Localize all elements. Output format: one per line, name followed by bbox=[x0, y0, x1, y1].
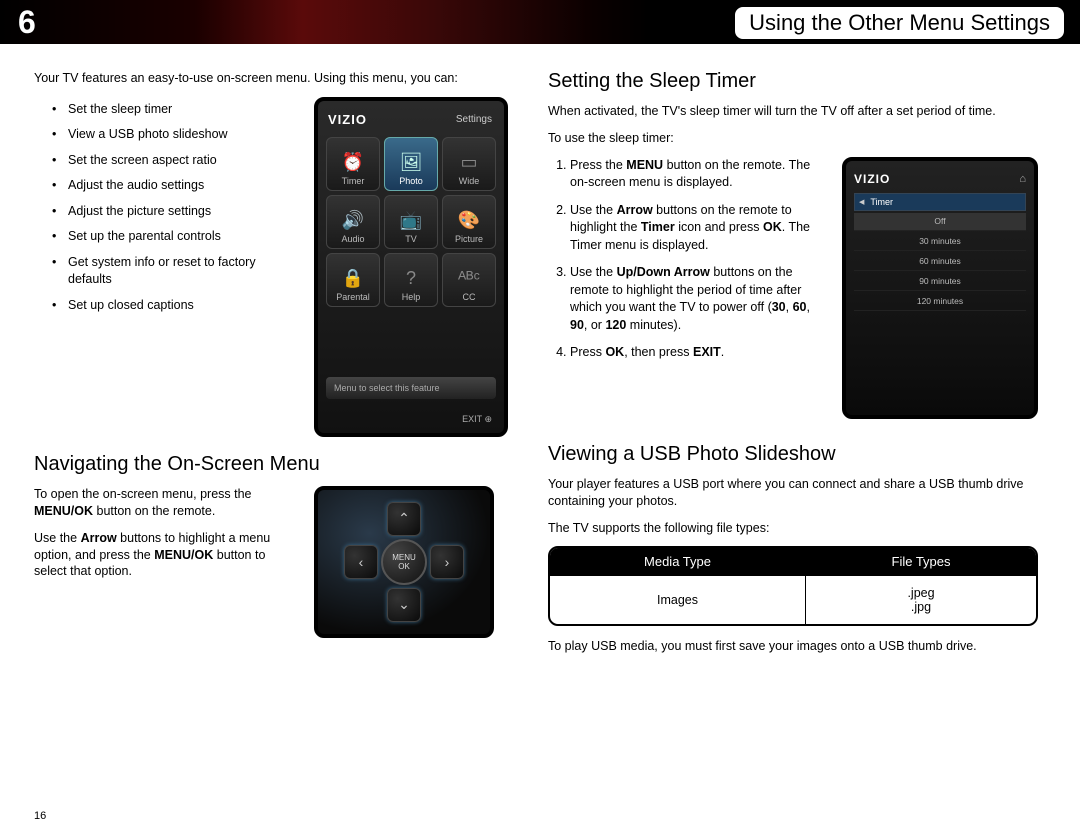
list-item: Set up closed captions bbox=[68, 297, 296, 315]
list-item: Set the screen aspect ratio bbox=[68, 152, 296, 170]
nav-heading: Navigating the On-Screen Menu bbox=[34, 453, 512, 476]
nav-p1: To open the on-screen menu, press the ME… bbox=[34, 486, 296, 520]
settings-menu-screenshot: VIZIO Settings ⏰Timer 🖼Photo ▭Wide 🔊Audi… bbox=[314, 97, 508, 437]
dpad-up-icon: ⌃ bbox=[387, 502, 421, 536]
dpad-down-icon: ⌄ bbox=[387, 588, 421, 622]
menu-cell-tv: 📺TV bbox=[384, 195, 438, 249]
home-icon: ⌂ bbox=[1019, 173, 1026, 185]
file-types-table: Media Type File Types Images .jpeg .jpg bbox=[548, 546, 1038, 626]
menu-cell-timer: ⏰Timer bbox=[326, 137, 380, 191]
menu-cell-wide: ▭Wide bbox=[442, 137, 496, 191]
timer-opt: 90 minutes bbox=[854, 273, 1026, 291]
page-number: 16 bbox=[34, 810, 46, 822]
dpad-center: MENU OK bbox=[381, 539, 427, 585]
th-media-type: Media Type bbox=[550, 548, 806, 575]
sleep-lead: To use the sleep timer: bbox=[548, 130, 1038, 147]
sleep-steps: Press the MENU button on the remote. The… bbox=[570, 157, 826, 362]
timer-opt: 60 minutes bbox=[854, 253, 1026, 271]
usb-p2: The TV supports the following file types… bbox=[548, 520, 1038, 537]
chapter-title: Using the Other Menu Settings bbox=[733, 5, 1066, 41]
menu-cell-help: ?Help bbox=[384, 253, 438, 307]
chapter-header: 6 Using the Other Menu Settings bbox=[0, 0, 1080, 44]
timer-opt: 30 minutes bbox=[854, 233, 1026, 251]
menu-hint: Menu to select this feature bbox=[326, 377, 496, 399]
nav-p2: Use the Arrow buttons to highlight a men… bbox=[34, 530, 296, 581]
photo-icon: 🖼 bbox=[400, 152, 423, 173]
cc-icon: ᴬᴮᶜ bbox=[458, 268, 480, 289]
intro-text: Your TV features an easy-to-use on-scree… bbox=[34, 70, 512, 87]
timer-menu-screenshot: VIZIO ⌂ Timer Off 30 minutes 60 minutes … bbox=[842, 157, 1038, 419]
step-4: Press OK, then press EXIT. bbox=[570, 344, 826, 362]
menu-cell-audio: 🔊Audio bbox=[326, 195, 380, 249]
clock-icon: ⏰ bbox=[342, 152, 364, 173]
list-item: Adjust the picture settings bbox=[68, 203, 296, 221]
timer-header: Timer bbox=[854, 193, 1026, 211]
usb-heading: Viewing a USB Photo Slideshow bbox=[548, 443, 1038, 466]
right-column: Setting the Sleep Timer When activated, … bbox=[548, 70, 1038, 665]
step-3: Use the Up/Down Arrow buttons on the rem… bbox=[570, 264, 826, 334]
chapter-number: 6 bbox=[18, 4, 36, 41]
timer-opt: Off bbox=[854, 213, 1026, 231]
timer-opt: 120 minutes bbox=[854, 293, 1026, 311]
left-column: Your TV features an easy-to-use on-scree… bbox=[34, 70, 512, 665]
menu-cell-parental: 🔒Parental bbox=[326, 253, 380, 307]
list-item: Set the sleep timer bbox=[68, 101, 296, 119]
menu-cell-cc: ᴬᴮᶜCC bbox=[442, 253, 496, 307]
help-icon: ? bbox=[406, 268, 416, 289]
wide-icon: ▭ bbox=[460, 152, 477, 173]
usb-p3: To play USB media, you must first save y… bbox=[548, 638, 1038, 655]
vizio-logo: VIZIO bbox=[854, 172, 890, 186]
menu-cell-photo: 🖼Photo bbox=[384, 137, 438, 191]
dpad-right-icon: › bbox=[430, 545, 464, 579]
lock-icon: 🔒 bbox=[342, 268, 364, 289]
feature-list: Set the sleep timer View a USB photo sli… bbox=[68, 101, 296, 315]
vizio-logo: VIZIO bbox=[328, 112, 367, 127]
dpad-left-icon: ‹ bbox=[344, 545, 378, 579]
list-item: Set up the parental controls bbox=[68, 228, 296, 246]
picture-icon: 🎨 bbox=[458, 210, 480, 231]
th-file-types: File Types bbox=[806, 548, 1036, 575]
tv-icon: 📺 bbox=[400, 210, 422, 231]
step-1: Press the MENU button on the remote. The… bbox=[570, 157, 826, 192]
speaker-icon: 🔊 bbox=[342, 210, 364, 231]
sleep-intro: When activated, the TV's sleep timer wil… bbox=[548, 103, 1038, 120]
sleep-heading: Setting the Sleep Timer bbox=[548, 70, 1038, 93]
exit-label: EXIT bbox=[462, 414, 492, 425]
menu-cell-picture: 🎨Picture bbox=[442, 195, 496, 249]
td-media: Images bbox=[550, 575, 806, 624]
td-filetypes: .jpeg .jpg bbox=[806, 575, 1036, 624]
step-2: Use the Arrow buttons on the remote to h… bbox=[570, 202, 826, 255]
settings-heading: Settings bbox=[456, 114, 492, 125]
usb-p1: Your player features a USB port where yo… bbox=[548, 476, 1038, 510]
list-item: Get system info or reset to factory defa… bbox=[68, 254, 296, 289]
dpad-screenshot: ⌃ ⌄ ‹ › MENU OK bbox=[314, 486, 494, 638]
list-item: View a USB photo slideshow bbox=[68, 126, 296, 144]
list-item: Adjust the audio settings bbox=[68, 177, 296, 195]
